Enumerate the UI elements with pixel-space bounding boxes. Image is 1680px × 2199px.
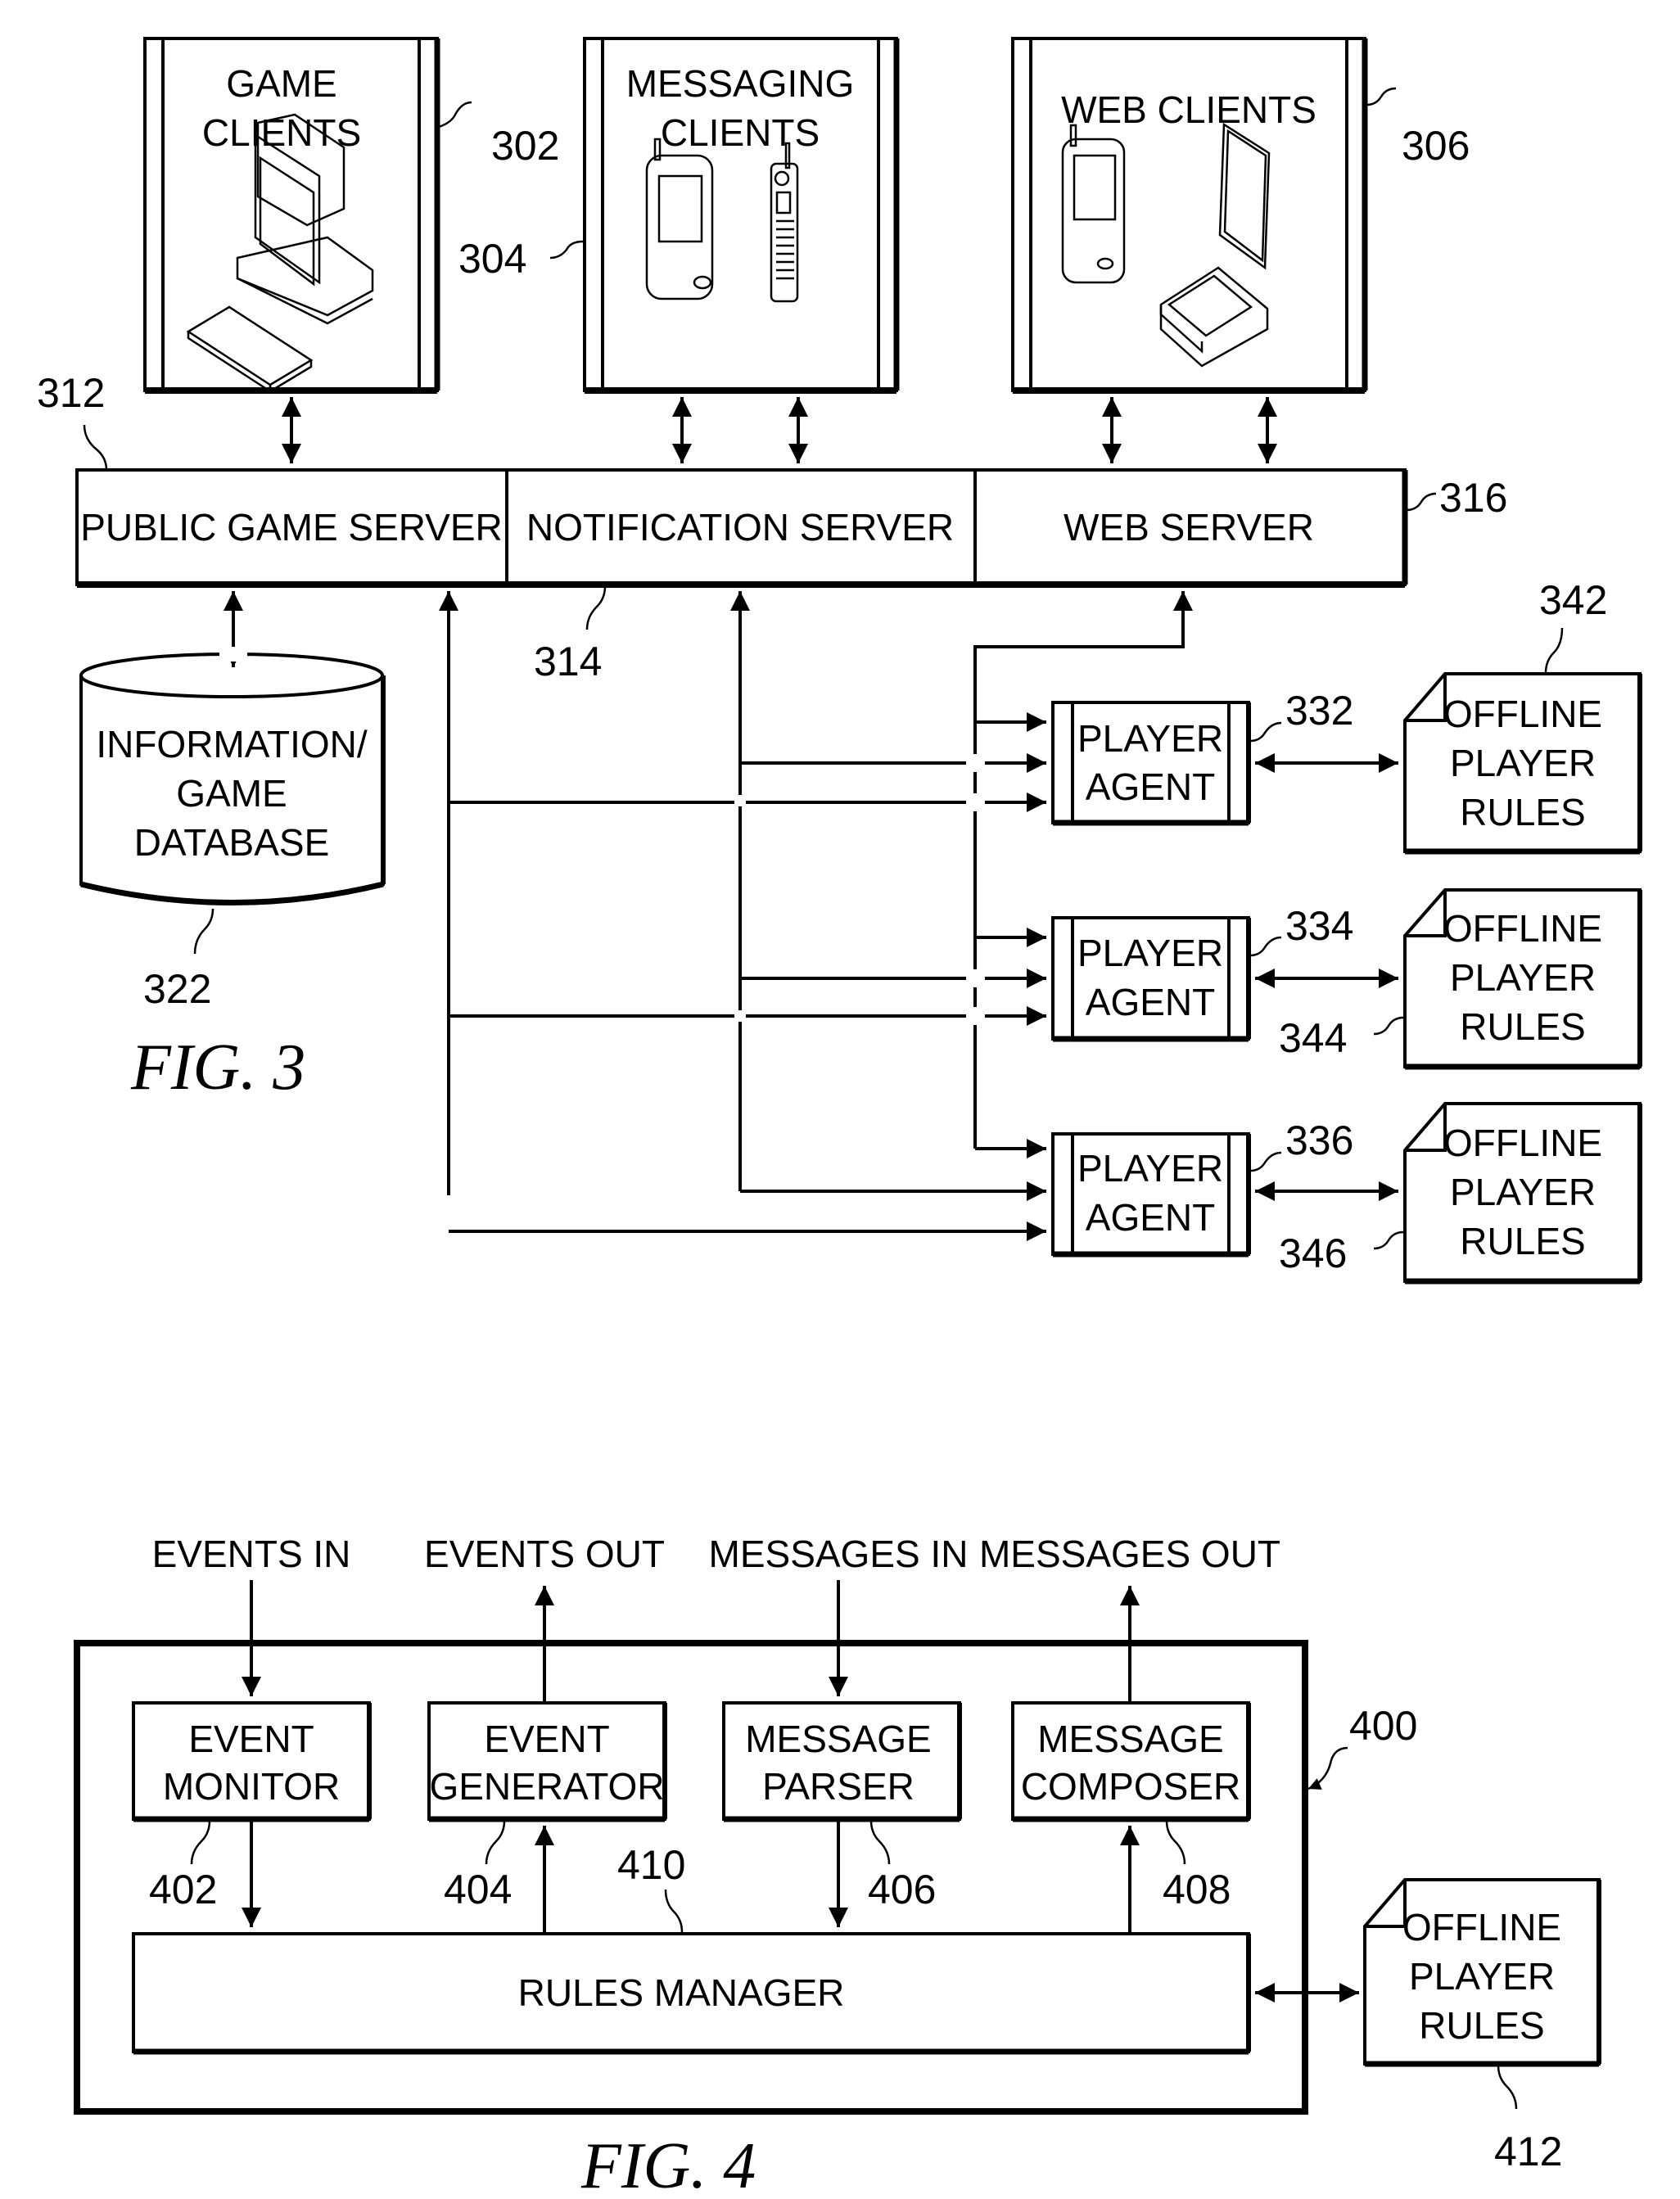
player-agent-332-label-2: AGENT — [1086, 765, 1215, 808]
rules-344-label-2: PLAYER — [1450, 956, 1596, 999]
fig4: EVENTS IN EVENTS OUT MESSAGES IN MESSAGE… — [74, 1533, 1601, 2199]
ref-leader-400 — [1307, 1746, 1348, 1790]
ref-332: 332 — [1285, 688, 1353, 734]
events-out-label: EVENTS OUT — [424, 1533, 665, 1575]
event-generator-label-2: GENERATOR — [429, 1765, 664, 1808]
ref-322: 322 — [143, 966, 211, 1012]
ref-400: 400 — [1349, 1703, 1417, 1749]
client-server-arrows — [282, 397, 1277, 463]
event-monitor-label-1: EVENT — [188, 1718, 314, 1760]
rules-342-label-3: RULES — [1460, 791, 1585, 833]
fig3-caption: FIG. 3 — [130, 1032, 305, 1104]
ref-336: 336 — [1285, 1118, 1353, 1163]
rules-412-label-1: OFFLINE — [1402, 1906, 1561, 1948]
messaging-clients-label-2: CLIENTS — [661, 111, 820, 154]
ref-342: 342 — [1539, 577, 1607, 623]
game-clients-box: GAME CLIENTS 302 — [143, 37, 559, 394]
messages-out-label: MESSAGES OUT — [979, 1533, 1280, 1575]
database-label-1: INFORMATION/ — [96, 723, 368, 765]
message-composer-label-2: COMPOSER — [1021, 1765, 1240, 1808]
ref-410: 410 — [617, 1842, 685, 1888]
messaging-clients-label-1: MESSAGING — [626, 62, 855, 105]
database-label-3: DATABASE — [134, 821, 330, 864]
ref-302: 302 — [491, 123, 559, 169]
events-in-label: EVENTS IN — [152, 1533, 351, 1575]
message-composer-label-1: MESSAGE — [1037, 1718, 1224, 1760]
ref-leader-306 — [1366, 87, 1397, 106]
notification-server-label: NOTIFICATION SERVER — [526, 506, 954, 549]
message-parser-label-2: PARSER — [762, 1765, 915, 1808]
ref-404: 404 — [444, 1867, 512, 1912]
ref-406: 406 — [868, 1867, 936, 1912]
public-game-server-label: PUBLIC GAME SERVER — [80, 506, 503, 549]
ref-346: 346 — [1279, 1230, 1347, 1276]
rules-342-label-1: OFFLINE — [1443, 693, 1602, 735]
event-generator-label-1: EVENT — [484, 1718, 609, 1760]
player-agent-332-label-1: PLAYER — [1077, 717, 1223, 760]
ref-334: 334 — [1285, 903, 1353, 949]
ref-314: 314 — [534, 639, 602, 684]
ref-402: 402 — [149, 1867, 217, 1912]
rules-346-label-3: RULES — [1460, 1220, 1585, 1262]
patent-figures: GAME CLIENTS 302 MESSAGING CLIENTS 304 W… — [37, 37, 1642, 2199]
ref-leader-302 — [438, 101, 472, 129]
server-bar: PUBLIC GAME SERVER NOTIFICATION SERVER W… — [37, 370, 1507, 684]
message-parser-label-1: MESSAGE — [745, 1718, 932, 1760]
database-label-2: GAME — [176, 772, 287, 815]
rules-344-label-3: RULES — [1460, 1005, 1585, 1048]
rules-346-label-2: PLAYER — [1450, 1171, 1596, 1213]
web-clients-box: WEB CLIENTS 306 — [1011, 37, 1470, 394]
rules-344-label-1: OFFLINE — [1443, 907, 1602, 950]
fig4-caption: FIG. 4 — [580, 2130, 756, 2199]
player-agent-336-label-1: PLAYER — [1077, 1147, 1223, 1190]
rules-412-label-3: RULES — [1419, 2004, 1544, 2047]
ref-leader-322 — [193, 908, 215, 955]
offline-player-rules-342: OFFLINE PLAYER RULES 342 — [1403, 577, 1642, 855]
ref-leader-314 — [585, 585, 607, 630]
ref-344: 344 — [1279, 1015, 1347, 1061]
rules-manager-label: RULES MANAGER — [518, 1971, 845, 2014]
ref-leader-312 — [83, 424, 108, 471]
ref-leader-316 — [1406, 492, 1437, 512]
rules-manager-box: RULES MANAGER 410 — [132, 1842, 1251, 2055]
game-clients-label-1: GAME — [226, 62, 336, 105]
fig3: GAME CLIENTS 302 MESSAGING CLIENTS 304 W… — [37, 37, 1642, 1285]
rules-346-label-1: OFFLINE — [1443, 1122, 1602, 1164]
information-game-database: INFORMATION/ GAME DATABASE 322 — [79, 591, 386, 1012]
player-agent-336-label-2: AGENT — [1086, 1196, 1215, 1239]
web-clients-label: WEB CLIENTS — [1061, 88, 1316, 131]
offline-player-rules-412: OFFLINE PLAYER RULES 412 — [1363, 1878, 1601, 2174]
ref-316: 316 — [1439, 475, 1507, 521]
ref-304: 304 — [458, 236, 526, 282]
rules-412-label-2: PLAYER — [1409, 1955, 1555, 1998]
player-agent-332: PLAYER AGENT 332 — [1051, 688, 1398, 826]
ref-412: 412 — [1494, 2129, 1562, 2174]
messages-in-label: MESSAGES IN — [709, 1533, 969, 1575]
web-server-label: WEB SERVER — [1064, 506, 1314, 549]
ref-312: 312 — [37, 370, 105, 416]
player-agent-334-label-2: AGENT — [1086, 981, 1215, 1023]
messaging-clients-box: MESSAGING CLIENTS 304 — [458, 37, 900, 394]
event-monitor-label-2: MONITOR — [163, 1765, 340, 1808]
ref-306: 306 — [1402, 123, 1470, 169]
rules-342-label-2: PLAYER — [1450, 742, 1596, 784]
ref-leader-304 — [549, 240, 584, 260]
player-agent-334-label-1: PLAYER — [1077, 932, 1223, 974]
message-parser-box: MESSAGE PARSER 406 — [722, 1701, 962, 1912]
ref-408: 408 — [1163, 1867, 1231, 1912]
